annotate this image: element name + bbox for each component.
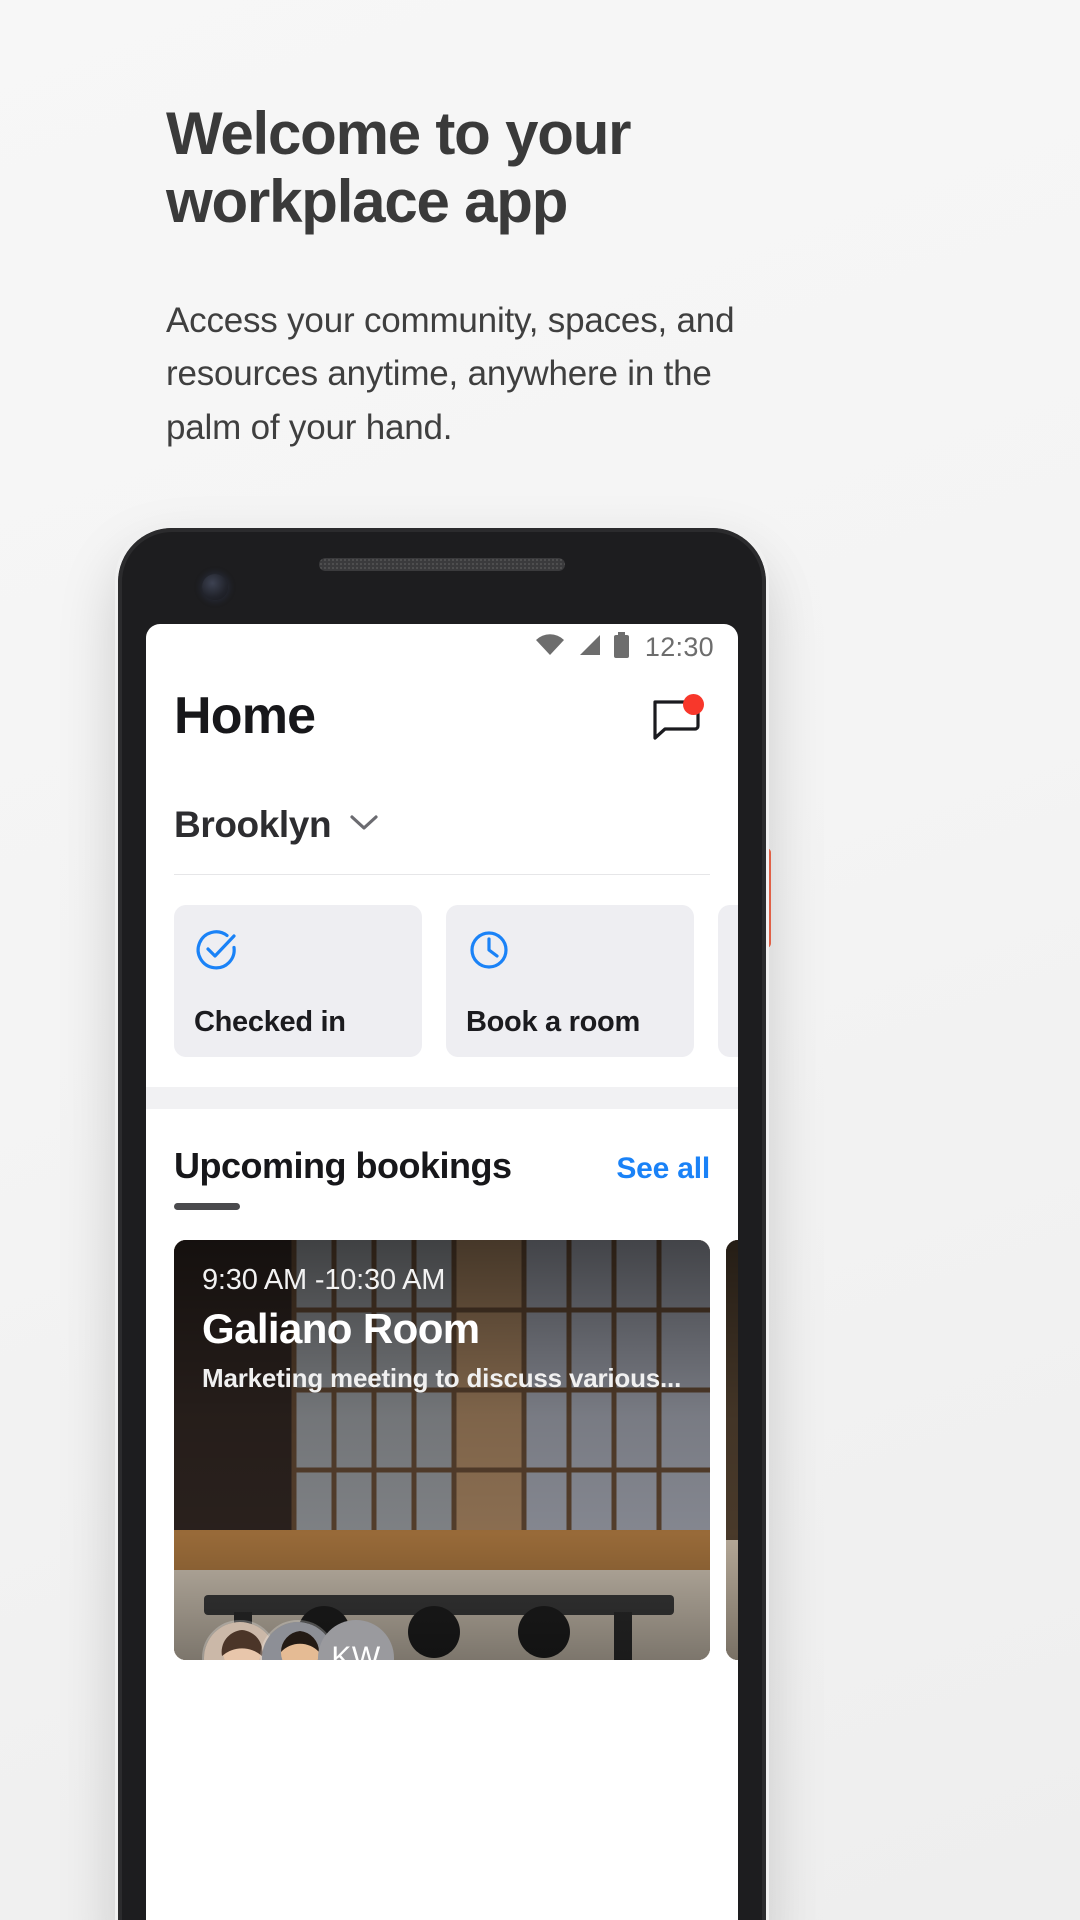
photo-scrim [726,1240,738,1660]
see-all-link[interactable]: See all [616,1152,710,1186]
location-name: Brooklyn [174,804,332,845]
screen-title: Home [174,687,316,745]
attendee-avatars[interactable]: KW [202,1620,394,1660]
promo-subtitle: Access your community, spaces, and resou… [166,300,735,447]
quick-action-label: Book a room [466,1006,640,1038]
section-title: Upcoming bookings [174,1145,512,1186]
quick-actions-row[interactable]: Checked in Book a room [146,875,738,1057]
booking-card[interactable]: 9:30 AM -10:30 AM Galiano Room Marketing… [174,1240,710,1660]
wifi-icon [535,633,565,662]
cellular-signal-icon [576,633,602,662]
promo-block: Welcome to your workplace app Access you… [166,100,866,454]
booking-room-name: Galiano Room [202,1305,480,1352]
bookings-carousel[interactable]: 9:30 AM -10:30 AM Galiano Room Marketing… [146,1210,738,1660]
booking-description: Marketing meeting to discuss various... [202,1363,682,1393]
upcoming-bookings-header: Upcoming bookings See all [146,1109,738,1187]
section-separator [146,1087,738,1109]
battery-icon [613,631,630,663]
section-accent-bar [174,1203,240,1210]
earpiece-speaker-icon [319,558,565,571]
page-title: Welcome to your workplace app [166,100,632,235]
quick-action-checked-in[interactable]: Checked in [174,905,422,1057]
booking-card-next-peek[interactable] [726,1240,738,1660]
clock-icon [466,927,674,978]
phone-mockup: 12:30 Home Brooklyn Checked in Book a ro… [118,528,766,1920]
messages-button[interactable] [650,694,706,748]
status-bar: 12:30 [146,624,738,670]
quick-action-book-a-room[interactable]: Book a room [446,905,694,1057]
check-circle-icon [194,927,402,978]
booking-time: 9:30 AM -10:30 AM [202,1264,446,1296]
quick-action-label: Checked in [194,1006,346,1038]
promo-page: Welcome to your workplace app Access you… [0,0,1080,1920]
location-selector[interactable]: Brooklyn [146,748,738,846]
front-camera-icon [202,574,228,600]
app-header: Home [146,670,738,748]
status-bar-clock: 12:30 [644,631,714,662]
booking-details: 9:30 AM -10:30 AM Galiano Room Marketing… [202,1264,690,1394]
chevron-down-icon [349,814,379,837]
unread-badge-dot [683,694,704,715]
phone-screen: 12:30 Home Brooklyn Checked in Book a ro… [146,624,738,1920]
quick-action-book-a-desk[interactable]: Boo [718,905,738,1057]
